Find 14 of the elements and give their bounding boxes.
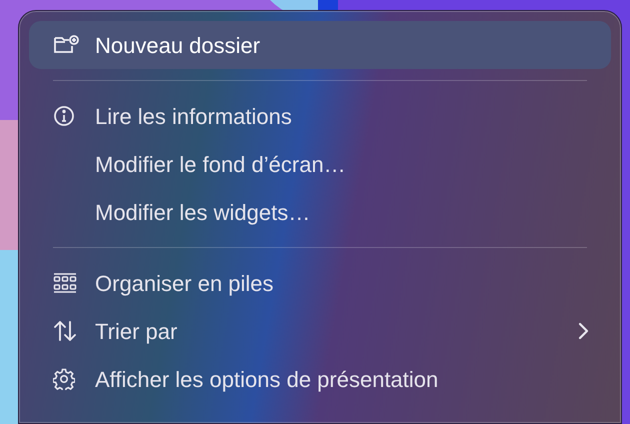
menu-item-label: Modifier le fond d’écran… [95, 150, 347, 178]
menu-item-label: Organiser en piles [95, 270, 275, 298]
menu-item-label: Lire les informations [95, 102, 293, 130]
menu-item-label: Afficher les options de présentation [95, 366, 440, 394]
menu-item-label: Nouveau dossier [95, 32, 262, 60]
menu-item-label: Trier par [95, 318, 178, 346]
menu-item[interactable]: Modifier le fond d’écran… [29, 140, 611, 188]
menu-item[interactable]: Nouveau dossier [29, 21, 611, 69]
menu-item[interactable]: Trier par [29, 307, 611, 355]
menu-item-label: Modifier les widgets… [95, 198, 312, 227]
menu-item[interactable]: Organiser en piles [29, 259, 611, 307]
menu-item[interactable]: Afficher les options de présentation [29, 355, 611, 403]
menu-item[interactable]: Modifier les widgets… [29, 188, 611, 236]
menu-item[interactable]: Lire les informations [29, 92, 611, 140]
